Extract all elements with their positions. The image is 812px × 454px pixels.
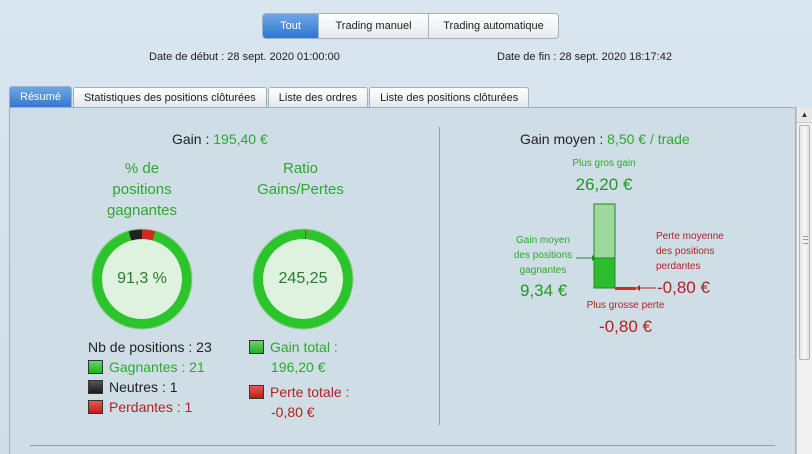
gain-value: 195,40 € [213, 131, 268, 147]
winning-pct-donut-slice-perdantes [141, 229, 156, 241]
losers-swatch [88, 400, 103, 414]
avg-win-label-line3: gagnantes [519, 265, 567, 276]
start-date-label: Date de début : [149, 51, 225, 63]
vertical-scrollbar[interactable]: ▲ [796, 107, 812, 454]
tab-orders-list[interactable]: Liste des ordres [267, 87, 369, 108]
legend-losers: Perdantes : 1 [88, 399, 192, 415]
winning-pct-title-line3: gagnantes [106, 202, 178, 219]
avg-win-label: Gain moyen des positions gagnantes [500, 233, 586, 278]
end-date-value: 28 sept. 2020 18:17:42 [559, 51, 672, 63]
total-gain-value: 196,20 € [271, 359, 326, 375]
avg-win-label-line2: des positions [513, 250, 573, 261]
ratio-value: 245,25 [278, 270, 328, 287]
scrollbar-thumb[interactable] [799, 125, 810, 360]
biggest-gain-bar [593, 203, 616, 259]
tab-closed-positions-list[interactable]: Liste des positions clôturées [369, 87, 530, 108]
neutral-swatch [88, 380, 103, 394]
total-gain-swatch [249, 340, 264, 354]
winning-pct-title-line2: positions [112, 181, 172, 198]
scroll-up-icon[interactable]: ▲ [797, 107, 812, 123]
avg-loss-label: Perte moyenne des positions perdantes [656, 229, 724, 274]
avg-gain-bar [593, 257, 616, 289]
filter-all-button[interactable]: Tout [263, 14, 318, 38]
tab-closed-positions-stats[interactable]: Statistiques des positions clôturées [72, 87, 267, 108]
filter-auto-button[interactable]: Trading automatique [428, 14, 558, 38]
filter-manual-button[interactable]: Trading manuel [318, 14, 428, 38]
winning-pct-title: % de positions gagnantes [92, 158, 192, 221]
winning-pct-title-line1: % de [124, 160, 160, 177]
legend-winners: Gagnantes : 21 [88, 359, 205, 375]
positions-count: Nb de positions : 23 [88, 339, 212, 355]
trade-type-filter: Tout Trading manuel Trading automatique [262, 13, 559, 39]
avg-win-value: 9,34 € [520, 281, 568, 300]
avg-loss-label-line3: perdantes [656, 261, 701, 272]
tab-summary[interactable]: Résumé [9, 86, 72, 108]
start-date-value: 28 sept. 2020 01:00:00 [227, 51, 340, 63]
avg-gain-value: 8,50 € / trade [607, 131, 690, 147]
tab-bar: Résumé Statistiques des positions clôtur… [9, 86, 530, 108]
winners-label: Gagnantes : 21 [109, 359, 205, 375]
avg-loss-label-line1: Perte moyenne [656, 231, 724, 242]
biggest-loss-value: -0,80 € [599, 317, 652, 336]
losers-label: Perdantes : 1 [109, 399, 193, 415]
avg-gain-heading: Gain moyen : 8,50 € / trade [520, 131, 690, 147]
total-loss-swatch [249, 385, 264, 399]
section-divider [439, 127, 440, 425]
winners-swatch [88, 360, 103, 374]
avg-gain-label: Gain moyen : [520, 131, 604, 147]
legend-total-gain: Gain total : [249, 339, 338, 355]
winning-pct-donut-slice-neutres [128, 229, 143, 241]
legend-total-loss: Perte totale : [249, 384, 349, 400]
avg-loss-value: -0,80 € [657, 278, 710, 297]
start-date: Date de début : 28 sept. 2020 01:00:00 [149, 51, 340, 63]
total-loss-value: -0,80 € [271, 404, 315, 420]
biggest-loss-label: Plus grosse perte [586, 300, 665, 311]
ratio-title-line1: Ratio [282, 160, 319, 177]
avg-win-label-line1: Gain moyen [516, 235, 570, 246]
ratio-title-line2: Gains/Pertes [257, 181, 344, 198]
legend-neutral: Neutres : 1 [88, 379, 177, 395]
avg-loss-label-line2: des positions [656, 246, 715, 257]
end-date-label: Date de fin : [497, 51, 557, 63]
ratio-title: Ratio Gains/Pertes [248, 158, 353, 200]
total-gain-label: Gain total : [270, 339, 338, 355]
end-date: Date de fin : 28 sept. 2020 18:17:42 [497, 51, 672, 63]
biggest-gain-value: 26,20 € [575, 175, 633, 194]
total-loss-label: Perte totale : [270, 384, 350, 400]
avg-loss-bar [615, 287, 636, 290]
gain-heading: Gain : 195,40 € [172, 131, 268, 147]
neutral-label: Neutres : 1 [109, 379, 178, 395]
biggest-gain-label: Plus gros gain [572, 158, 636, 169]
gain-label: Gain : [172, 131, 210, 147]
winning-pct-value: 91,3 % [117, 270, 167, 287]
grip-icon [803, 236, 808, 244]
bottom-divider [30, 445, 775, 446]
